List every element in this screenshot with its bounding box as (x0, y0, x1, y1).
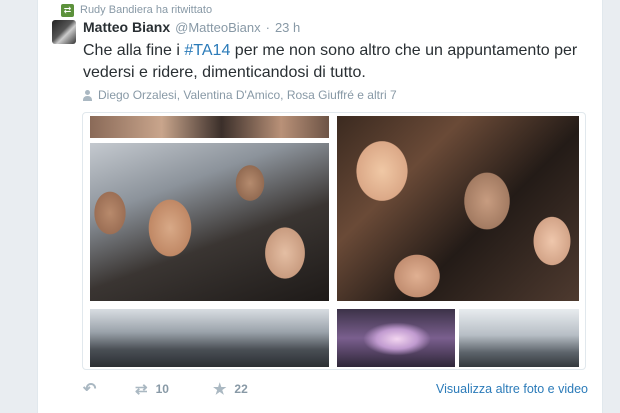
retweet-icon: ⇄ (135, 381, 148, 398)
tagged-people[interactable]: Diego Orzalesi, Valentina D'Amico, Rosa … (83, 87, 397, 103)
retweet-context-text[interactable]: Rudy Bandiera ha ritwittato (80, 4, 212, 16)
person-icon (83, 89, 92, 101)
photo-1[interactable] (90, 116, 329, 138)
more-photos-link[interactable]: Visualizza altre foto e video (436, 382, 588, 396)
favorite-button[interactable]: ★ 22 (213, 380, 248, 398)
photo-5[interactable] (337, 309, 455, 367)
photo-4[interactable] (90, 309, 329, 367)
tweet-text-start: Che alla fine i (83, 42, 185, 59)
header-separator: · (265, 20, 270, 35)
reply-icon: ↶ (83, 381, 97, 398)
tweet-timestamp[interactable]: 23 h (275, 20, 300, 35)
photo-6[interactable] (459, 309, 579, 367)
hashtag-link[interactable]: #TA14 (184, 42, 230, 59)
star-icon: ★ (212, 381, 227, 398)
retweet-context: ⇄ Rudy Bandiera ha ritwittato (61, 2, 212, 18)
tweet-text: Che alla fine i #TA14 per me non sono al… (83, 40, 583, 84)
author-fullname[interactable]: Matteo Bianx (83, 19, 170, 35)
tagged-people-text[interactable]: Diego Orzalesi, Valentina D'Amico, Rosa … (98, 88, 397, 102)
favorite-count: 22 (234, 382, 248, 396)
retweet-button[interactable]: ⇄ 10 (135, 380, 169, 398)
reply-button[interactable]: ↶ (83, 379, 103, 399)
author-username[interactable]: @MatteoBianx (175, 20, 260, 35)
retweet-count: 10 (155, 382, 169, 396)
avatar[interactable] (52, 20, 76, 44)
photo-3[interactable] (337, 116, 579, 301)
tweet-card[interactable]: ⇄ Rudy Bandiera ha ritwittato Matteo Bia… (37, 0, 603, 413)
tweet-actions: ↶ ⇄ 10 ★ 22 Visualizza altre foto e vide… (83, 379, 588, 399)
photo-collage[interactable] (82, 112, 586, 370)
retweet-badge-icon: ⇄ (61, 3, 74, 17)
photo-2[interactable] (90, 143, 329, 301)
tweet-header: Matteo Bianx @MatteoBianx · 23 h (83, 19, 300, 37)
